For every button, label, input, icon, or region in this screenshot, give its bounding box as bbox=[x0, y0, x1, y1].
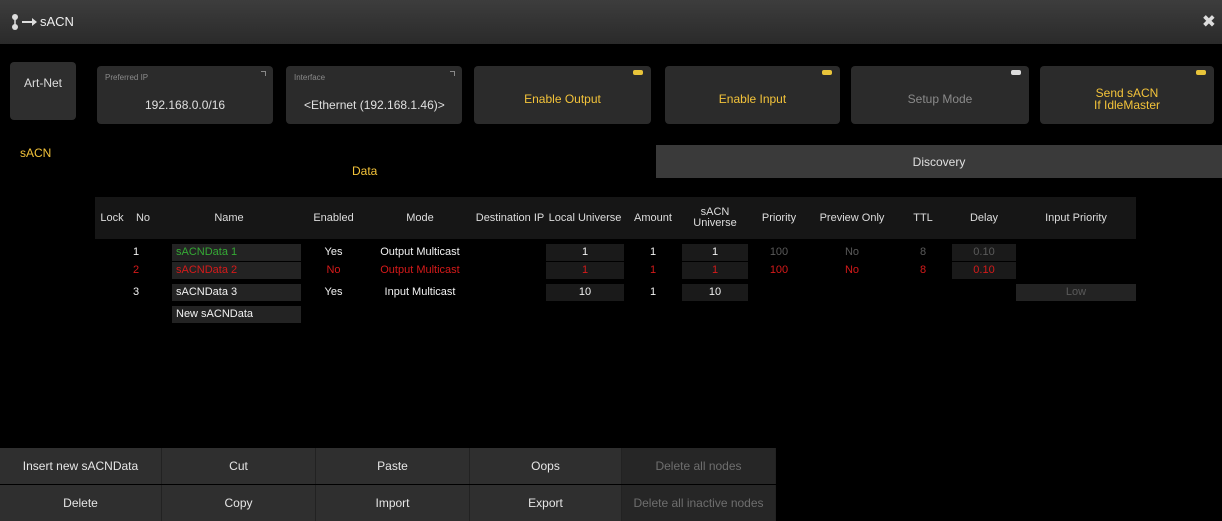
header-mode: Mode bbox=[366, 197, 474, 239]
indicator-icon bbox=[633, 70, 643, 75]
row-ttl[interactable]: 8 bbox=[894, 262, 952, 279]
row-priority[interactable]: 100 bbox=[748, 262, 810, 279]
indicator-icon bbox=[1196, 70, 1206, 75]
row-name[interactable]: sACNData 2 bbox=[172, 262, 301, 279]
row-sacn-universe[interactable]: 10 bbox=[682, 284, 748, 301]
send-sacn-label: Send sACN If IdleMaster bbox=[1040, 87, 1214, 111]
delete-button[interactable]: Delete bbox=[0, 485, 162, 521]
header-input-priority: Input Priority bbox=[1016, 197, 1136, 239]
row-enabled[interactable]: Yes bbox=[301, 244, 366, 261]
row-mode[interactable]: Input Multicast bbox=[366, 284, 474, 301]
interface-caption: Interface bbox=[294, 73, 326, 82]
network-icon bbox=[12, 14, 37, 30]
row-ttl[interactable]: 8 bbox=[894, 244, 952, 261]
row-amount[interactable]: 1 bbox=[624, 284, 682, 301]
delete-inactive-button[interactable]: Delete all inactive nodes bbox=[622, 485, 776, 521]
row-amount[interactable]: 1 bbox=[624, 262, 682, 279]
header-lock: Lock bbox=[95, 197, 129, 239]
interface-field[interactable]: Interface <Ethernet (192.168.1.46)> bbox=[286, 66, 462, 124]
setup-mode-label: Setup Mode bbox=[907, 92, 973, 106]
indicator-icon bbox=[1011, 70, 1021, 75]
insert-new-button[interactable]: Insert new sACNData bbox=[0, 448, 162, 484]
close-icon[interactable]: ✖ bbox=[1202, 12, 1216, 32]
enable-output-button[interactable]: Enable Output bbox=[474, 66, 651, 124]
header-priority: Priority bbox=[748, 197, 810, 239]
preferred-ip-caption: Preferred IP bbox=[105, 73, 149, 82]
preferred-ip-field[interactable]: Preferred IP 192.168.0.0/16 bbox=[97, 66, 273, 124]
enable-output-label: Enable Output bbox=[524, 92, 601, 106]
enable-input-button[interactable]: Enable Input bbox=[665, 66, 840, 124]
window-title: sACN bbox=[40, 14, 74, 29]
header-name: Name bbox=[157, 197, 301, 239]
header-destination-ip: Destination IP bbox=[474, 197, 546, 239]
row-priority[interactable]: 100 bbox=[748, 244, 810, 261]
row-mode[interactable]: Output Multicast bbox=[366, 262, 474, 279]
edit-corner-icon bbox=[261, 71, 266, 76]
header-sacn-universe: sACN Universe bbox=[682, 197, 748, 239]
header-delay: Delay bbox=[952, 197, 1016, 239]
export-button[interactable]: Export bbox=[470, 485, 622, 521]
import-button[interactable]: Import bbox=[316, 485, 470, 521]
header-enabled: Enabled bbox=[301, 197, 366, 239]
row-no: 2 bbox=[133, 264, 140, 276]
interface-value: <Ethernet (192.168.1.46)> bbox=[304, 98, 445, 112]
tab-discovery[interactable]: Discovery bbox=[656, 145, 1222, 178]
row-sacn-universe[interactable]: 1 bbox=[682, 262, 748, 279]
row-name[interactable]: sACNData 3 bbox=[172, 284, 301, 301]
preferred-ip-value: 192.168.0.0/16 bbox=[145, 98, 226, 112]
oops-button[interactable]: Oops bbox=[470, 448, 622, 484]
cut-button[interactable]: Cut bbox=[162, 448, 316, 484]
tab-discovery-label: Discovery bbox=[912, 155, 966, 169]
send-sacn-button[interactable]: Send sACN If IdleMaster bbox=[1040, 66, 1214, 124]
header-amount: Amount bbox=[624, 197, 682, 239]
send-sacn-line2: If IdleMaster bbox=[1093, 98, 1161, 112]
indicator-icon bbox=[822, 70, 832, 75]
row-no: 1 bbox=[133, 246, 140, 258]
enable-input-label: Enable Input bbox=[718, 92, 787, 106]
row-amount[interactable]: 1 bbox=[624, 244, 682, 261]
row-local-universe[interactable]: 1 bbox=[546, 244, 624, 261]
row-enabled[interactable]: No bbox=[301, 262, 366, 279]
row-delay[interactable]: 0.10 bbox=[952, 244, 1016, 261]
tab-sacn[interactable]: sACN bbox=[20, 146, 51, 160]
tab-art-net-label: Art-Net bbox=[23, 76, 62, 90]
edit-corner-icon bbox=[450, 71, 455, 76]
row-mode[interactable]: Output Multicast bbox=[366, 244, 474, 261]
row-sacn-universe[interactable]: 1 bbox=[682, 244, 748, 261]
header-local-universe: Local Universe bbox=[546, 197, 624, 239]
setup-mode-button[interactable]: Setup Mode bbox=[851, 66, 1029, 124]
row-preview-only[interactable]: No bbox=[810, 244, 894, 261]
header-no: No bbox=[129, 197, 157, 239]
delete-all-nodes-button[interactable]: Delete all nodes bbox=[622, 448, 776, 484]
row-no: 3 bbox=[133, 286, 140, 298]
tab-data[interactable]: Data bbox=[352, 164, 377, 178]
new-row-button[interactable]: New sACNData bbox=[172, 306, 301, 323]
paste-button[interactable]: Paste bbox=[316, 448, 470, 484]
row-enabled[interactable]: Yes bbox=[301, 284, 366, 301]
row-local-universe[interactable]: 1 bbox=[546, 262, 624, 279]
title-bar: sACN ✖ bbox=[0, 0, 1222, 44]
tab-art-net[interactable]: Art-Net bbox=[10, 62, 76, 120]
row-input-priority[interactable]: Low bbox=[1016, 284, 1136, 301]
row-local-universe[interactable]: 10 bbox=[546, 284, 624, 301]
row-name[interactable]: sACNData 1 bbox=[172, 244, 301, 261]
row-preview-only[interactable]: No bbox=[810, 262, 894, 279]
header-ttl: TTL bbox=[894, 197, 952, 239]
row-delay[interactable]: 0.10 bbox=[952, 262, 1016, 279]
copy-button[interactable]: Copy bbox=[162, 485, 316, 521]
header-preview-only: Preview Only bbox=[810, 197, 894, 239]
